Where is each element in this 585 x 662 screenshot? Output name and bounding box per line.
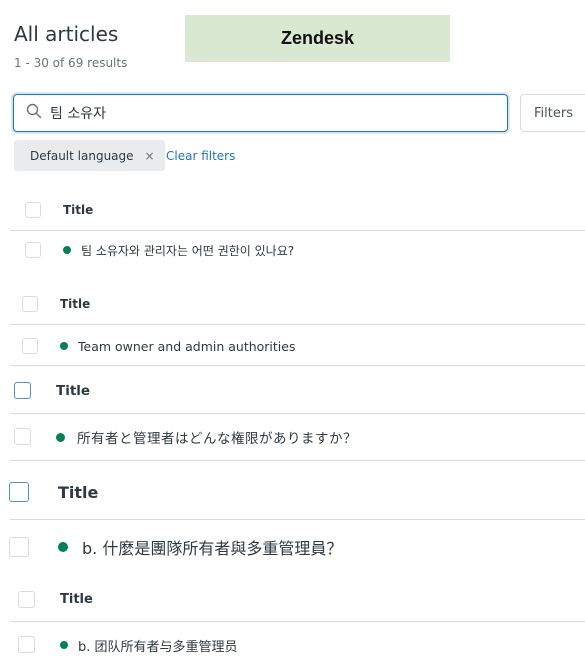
clear-filters-link[interactable]: Clear filters <box>166 149 235 163</box>
article-title[interactable]: Team owner and admin authorities <box>78 339 295 354</box>
published-status-dot <box>63 246 71 254</box>
divider <box>10 460 585 461</box>
column-header-title[interactable]: Title <box>60 592 93 607</box>
table-row[interactable]: 所有者と管理者はどんな権限がありますか？ <box>56 426 357 448</box>
filter-chip-label: Default language <box>30 148 134 163</box>
select-all-checkbox[interactable] <box>9 482 29 502</box>
published-status-dot <box>60 342 68 350</box>
filters-button[interactable]: Filters <box>520 94 585 132</box>
column-header-title[interactable]: Title <box>60 297 90 311</box>
close-icon[interactable]: × <box>145 149 155 163</box>
results-count: 1 - 30 of 69 results <box>14 56 128 70</box>
divider <box>10 324 585 325</box>
select-all-checkbox[interactable] <box>25 202 41 218</box>
table-row[interactable]: b. 团队所有者与多重管理员 <box>60 634 238 656</box>
divider <box>10 365 585 366</box>
page-title: All articles <box>14 22 119 46</box>
column-header-title[interactable]: Title <box>63 203 93 217</box>
table-row[interactable]: b. 什麼是團隊所有者與多重管理員？ <box>58 535 342 559</box>
published-status-dot <box>60 641 68 649</box>
table-row[interactable]: 팀 소유자와 관리자는 어떤 권한이 있나요? <box>63 240 294 260</box>
select-all-checkbox[interactable] <box>22 296 38 312</box>
row-checkbox[interactable] <box>22 338 38 354</box>
published-status-dot <box>58 542 68 552</box>
table-row[interactable]: Team owner and admin authorities <box>60 336 295 356</box>
published-status-dot <box>56 432 65 442</box>
select-all-checkbox[interactable] <box>18 591 35 608</box>
divider <box>10 230 585 231</box>
row-checkbox[interactable] <box>18 636 35 653</box>
article-title[interactable]: b. 什麼是團隊所有者與多重管理員？ <box>82 535 342 559</box>
search-icon <box>26 103 42 123</box>
row-checkbox[interactable] <box>14 428 31 445</box>
zendesk-banner: Zendesk <box>185 15 450 62</box>
select-all-checkbox[interactable] <box>14 382 31 399</box>
column-header-title[interactable]: Title <box>58 483 98 502</box>
filter-chip-default-language: Default language × <box>14 140 165 171</box>
row-checkbox[interactable] <box>25 242 41 258</box>
article-title[interactable]: 所有者と管理者はどんな権限がありますか？ <box>77 427 357 447</box>
divider <box>10 519 585 520</box>
divider <box>10 413 585 414</box>
article-title[interactable]: 팀 소유자와 관리자는 어떤 권한이 있나요? <box>81 242 294 259</box>
column-header-title[interactable]: Title <box>56 383 90 399</box>
article-title[interactable]: b. 团队所有者与多重管理员 <box>78 636 238 655</box>
search-box[interactable] <box>13 94 508 132</box>
row-checkbox[interactable] <box>9 537 29 557</box>
search-input[interactable] <box>48 104 482 122</box>
divider <box>10 621 585 622</box>
